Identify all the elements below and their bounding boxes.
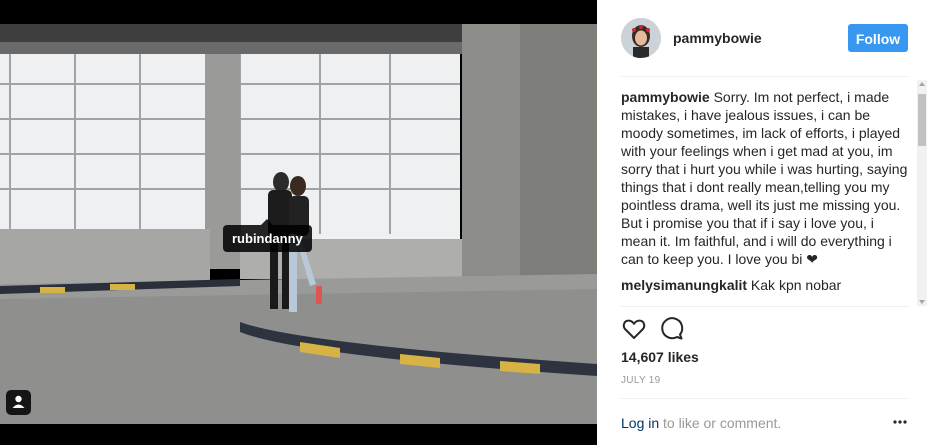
divider bbox=[621, 398, 909, 399]
heart-icon[interactable] bbox=[621, 316, 647, 342]
likes-count[interactable]: 14,607 likes bbox=[621, 349, 699, 365]
comments-scrollbar[interactable] bbox=[917, 80, 927, 306]
comment-item: melysimanungkalit Kak kpn nobar bbox=[621, 276, 911, 294]
scrollbar-thumb[interactable] bbox=[918, 94, 926, 146]
tagged-user-label[interactable]: rubindanny bbox=[223, 219, 312, 252]
scroll-up-arrow-icon[interactable] bbox=[919, 82, 925, 86]
comment-text: Kak kpn nobar bbox=[747, 277, 842, 293]
caption-author[interactable]: pammybowie bbox=[621, 89, 710, 105]
caption: pammybowie Sorry. Im not perfect, i made… bbox=[621, 88, 911, 268]
instagram-post-modal: rubindanny pammybowie Follow pammybowie … bbox=[0, 0, 930, 445]
post-sidebar: pammybowie Follow pammybowie Sorry. Im n… bbox=[597, 0, 930, 445]
login-link[interactable]: Log in bbox=[621, 415, 659, 431]
comment-bubble-icon[interactable] bbox=[659, 316, 685, 342]
caption-text: Sorry. Im not perfect, i made mistakes, … bbox=[621, 89, 908, 267]
comment-author[interactable]: melysimanungkalit bbox=[621, 277, 747, 293]
more-options-icon[interactable] bbox=[892, 413, 908, 429]
comments-list: pammybowie Sorry. Im not perfect, i made… bbox=[621, 88, 911, 306]
post-media[interactable]: rubindanny bbox=[0, 0, 597, 445]
post-date[interactable]: JULY 19 bbox=[621, 375, 661, 386]
login-prompt: Log in to like or comment. bbox=[621, 415, 781, 431]
post-header: pammybowie Follow bbox=[597, 0, 930, 76]
user-tag-icon[interactable] bbox=[6, 390, 31, 415]
avatar[interactable] bbox=[621, 18, 661, 58]
follow-button[interactable]: Follow bbox=[848, 24, 908, 52]
login-prompt-text: to like or comment. bbox=[659, 415, 782, 431]
header-username[interactable]: pammybowie bbox=[673, 30, 762, 46]
scroll-down-arrow-icon[interactable] bbox=[919, 300, 925, 304]
divider bbox=[621, 76, 909, 77]
divider bbox=[621, 306, 909, 307]
post-photo bbox=[0, 24, 597, 424]
